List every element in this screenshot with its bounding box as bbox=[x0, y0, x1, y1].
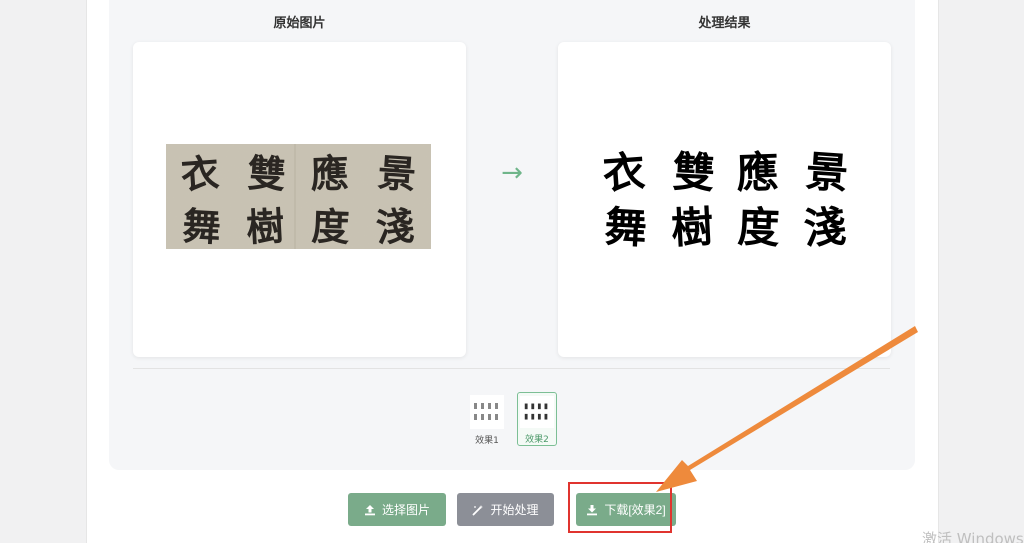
annotation-overlay bbox=[656, 326, 918, 492]
annotation-arrow bbox=[656, 326, 918, 492]
windows-activation-watermark: 激活 Windows bbox=[922, 530, 1024, 543]
